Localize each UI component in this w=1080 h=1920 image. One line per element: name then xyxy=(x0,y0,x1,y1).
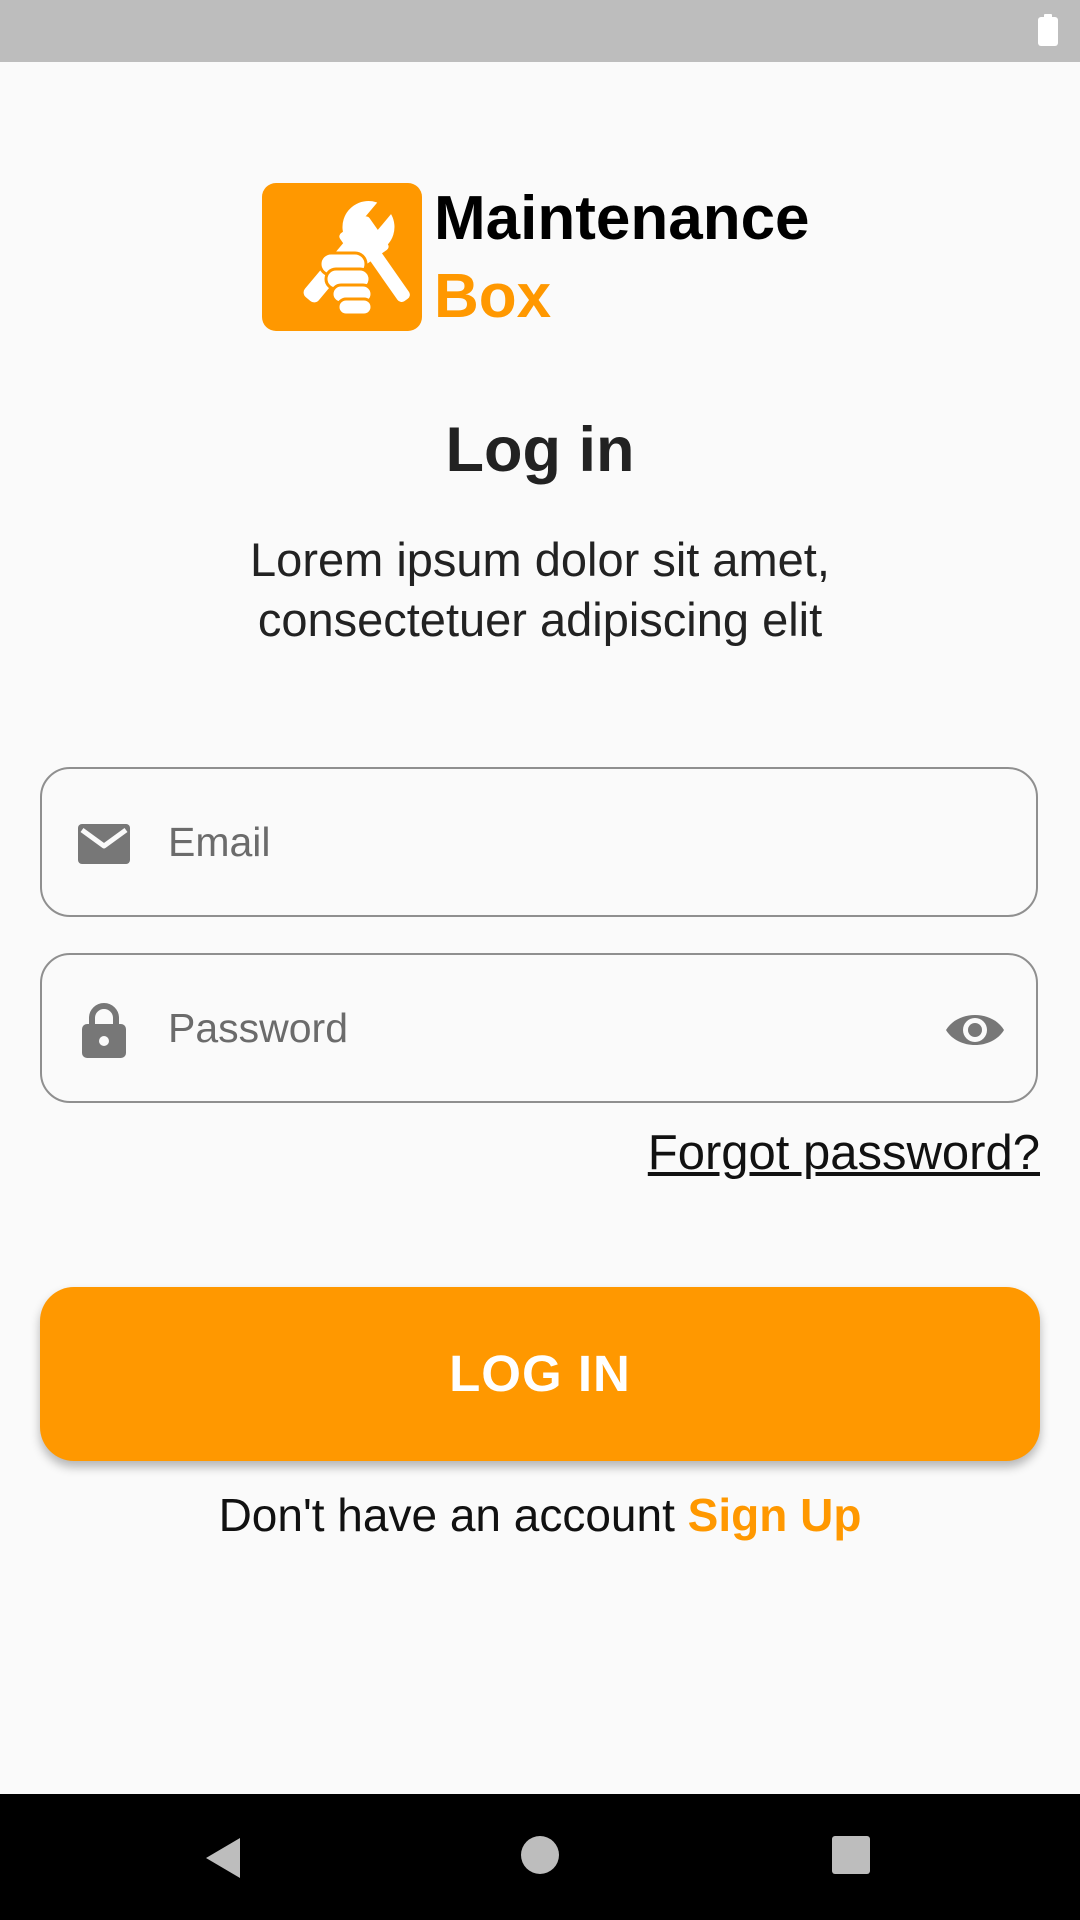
email-placeholder: Email xyxy=(168,819,271,865)
login-button[interactable]: LOG IN xyxy=(40,1287,1040,1461)
lock-icon xyxy=(82,1003,126,1058)
system-nav-bar xyxy=(0,1794,1080,1920)
password-placeholder: Password xyxy=(168,1005,349,1051)
signup-link[interactable]: Sign Up xyxy=(688,1489,862,1541)
email-field[interactable]: Email xyxy=(40,767,1038,917)
signup-prompt: Don't have an account xyxy=(218,1489,675,1541)
back-triangle-icon[interactable] xyxy=(204,1836,244,1880)
wrench-hand-icon xyxy=(303,198,410,317)
battery-icon xyxy=(1038,14,1058,46)
password-field[interactable]: Password xyxy=(40,953,1038,1103)
app-logo xyxy=(262,183,422,331)
brand-name-line1: Maintenance xyxy=(434,184,810,253)
brand-name-line2: Box xyxy=(434,262,552,331)
status-bar xyxy=(0,0,1080,62)
eye-icon[interactable] xyxy=(944,1001,1006,1059)
recents-square-icon[interactable] xyxy=(832,1836,870,1874)
page-title: Log in xyxy=(445,415,635,485)
forgot-password-link[interactable]: Forgot password? xyxy=(648,1122,1040,1184)
home-circle-icon[interactable] xyxy=(521,1836,559,1874)
email-icon xyxy=(78,824,130,864)
page-subtitle: Lorem ipsum dolor sit amet, consectetuer… xyxy=(250,533,830,646)
signup-row: Don't have an account Sign Up xyxy=(0,1484,1080,1546)
